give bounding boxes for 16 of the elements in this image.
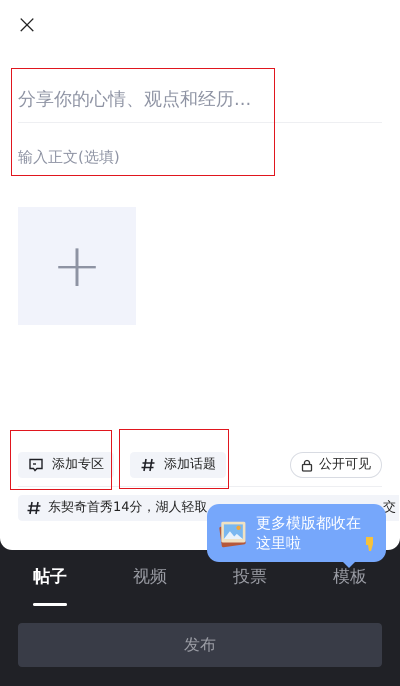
body-field[interactable]: 输入正文(选填) — [18, 142, 382, 172]
add-zone-button[interactable]: 添加专区 — [18, 452, 114, 478]
lock-icon — [301, 458, 313, 472]
tab[interactable]: 投票 — [200, 565, 300, 606]
topic-chip[interactable]: 交 — [382, 495, 399, 521]
close-button[interactable]: × — [15, 13, 39, 37]
pointing-hand-icon — [364, 535, 376, 552]
hash-icon — [140, 457, 156, 473]
hash-icon — [26, 500, 42, 516]
chat-bubble-icon — [28, 457, 44, 473]
title-field[interactable]: 分享你的心情、观点和经历... — [18, 82, 382, 116]
add-topic-button[interactable]: 添加话题 — [130, 452, 226, 478]
tab[interactable]: 帖子 — [0, 565, 100, 606]
visibility-button[interactable]: 公开可见 — [290, 452, 382, 478]
tab[interactable]: 模板 — [300, 565, 400, 606]
tab[interactable]: 视频 — [100, 565, 200, 606]
